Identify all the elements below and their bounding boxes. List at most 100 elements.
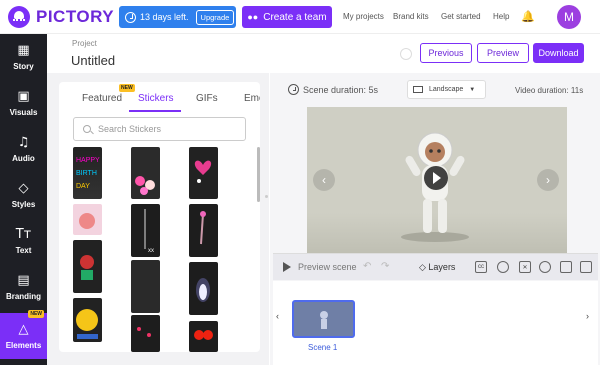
panel-scrollbar[interactable] (257, 147, 260, 202)
mic-icon[interactable] (497, 261, 509, 273)
top-bar: PICTORY 13 days left. Upgrade ●● Create … (0, 0, 600, 34)
active-tab-indicator (129, 110, 181, 112)
svg-text:xx: xx (148, 248, 154, 254)
video-canvas[interactable]: ‹ › (307, 107, 567, 253)
sticker-thumbnail[interactable] (189, 262, 218, 315)
happy-birthday-sticker-icon: HAPPY BIRTH DAY (76, 157, 100, 190)
bell-icon[interactable]: 🔔 (521, 10, 535, 23)
search-icon (83, 125, 91, 133)
status-circle-icon (400, 48, 412, 60)
project-label: Project (72, 39, 97, 48)
create-team-button[interactable]: ●● Create a team (242, 6, 332, 28)
octopus-logo-icon (8, 6, 30, 28)
aspect-ratio-value: Landscape (429, 86, 464, 93)
sidebar-item-styles[interactable]: ◇ Styles (0, 172, 47, 218)
sidebar-item-label: Story (13, 61, 34, 71)
previous-button[interactable]: Previous (420, 43, 472, 63)
shapes-icon: △ (18, 321, 29, 337)
project-title[interactable]: Untitled (71, 53, 115, 68)
sidebar-item-text[interactable]: Tт Text (0, 218, 47, 264)
search-input[interactable] (98, 124, 238, 134)
sticker-thumbnail[interactable] (131, 147, 160, 199)
layers-button[interactable]: ◇ Layers (419, 262, 455, 273)
play-icon[interactable] (283, 262, 291, 272)
download-button[interactable]: Download (533, 43, 584, 63)
sticker-thumbnail[interactable]: HAPPY BIRTH DAY (73, 147, 102, 199)
panel-resize-handle[interactable] (265, 195, 268, 198)
sidebar-item-label: Styles (11, 199, 36, 209)
flowers-sticker-icon (135, 176, 155, 195)
logo[interactable]: PICTORY (8, 6, 114, 28)
timeline-left-arrow[interactable]: ‹ (276, 311, 279, 321)
sticker-search-box[interactable] (73, 117, 246, 141)
sidebar-item-label: Audio (12, 153, 35, 163)
gear-icon[interactable] (539, 261, 551, 273)
scene-duration-text: Scene duration: 5s (303, 84, 379, 95)
christmas-sticker-icon (80, 255, 94, 280)
sidebar-item-label: Elements (5, 340, 42, 350)
scene-thumbnail[interactable] (292, 300, 355, 338)
nav-get-started[interactable]: Get started (441, 12, 481, 21)
preview-button[interactable]: Preview (477, 43, 529, 63)
avatar[interactable]: M (557, 5, 581, 29)
trial-text: 13 days left. (140, 12, 189, 22)
sticker-thumbnail[interactable] (131, 315, 160, 352)
screen-icon (413, 86, 423, 93)
previous-frame-button[interactable]: ‹ (313, 169, 335, 191)
nav-my-projects[interactable]: My projects (343, 12, 384, 21)
music-icon: ♫ (17, 134, 30, 150)
nav-help[interactable]: Help (493, 12, 509, 21)
play-button[interactable] (424, 166, 448, 190)
sidebar-item-label: Text (15, 245, 32, 255)
scene-toolbar: Preview scene ↶ ↷ ◇ Layers cc ✕ (273, 253, 598, 280)
chevron-down-icon: ▼ (469, 86, 476, 93)
hearts-sticker-icon (137, 327, 151, 337)
sticker-thumbnail[interactable] (73, 298, 102, 342)
svg-text:BIRTH: BIRTH (76, 170, 97, 177)
duplicate-icon[interactable] (560, 261, 572, 273)
sidebar-item-story[interactable]: ▦ Story (0, 34, 47, 80)
sticker-thumbnail[interactable] (189, 204, 218, 257)
scissors-icon[interactable]: ✕ (519, 261, 531, 273)
sticker-thumbnail[interactable] (73, 204, 102, 235)
undo-icon[interactable]: ↶ (363, 261, 371, 272)
tab-emoji[interactable]: Emo (244, 93, 260, 104)
svg-text:HAPPY: HAPPY (76, 157, 100, 164)
tab-stickers[interactable]: Stickers (138, 93, 174, 104)
sidebar-item-elements[interactable]: NEW △ Elements (0, 310, 47, 359)
redo-icon[interactable]: ↷ (381, 261, 389, 272)
tab-gifs[interactable]: GIFs (196, 93, 218, 104)
video-duration: Video duration: 11s (515, 86, 584, 95)
sidebar-item-audio[interactable]: ♫ Audio (0, 126, 47, 172)
grid-icon: ▦ (17, 42, 30, 58)
tab-new-badge: NEW (119, 84, 135, 92)
elements-panel: Featured NEW Stickers GIFs Emo HAPPY BIRT… (59, 82, 260, 352)
tab-featured[interactable]: Featured (82, 93, 122, 104)
people-icon: ●● (247, 12, 259, 22)
sidebar-item-visuals[interactable]: ▣ Visuals (0, 80, 47, 126)
aspect-ratio-dropdown[interactable]: Landscape ▼ (407, 80, 486, 99)
text-sparkle-sticker-icon: xx (144, 209, 154, 254)
left-sidebar: ▦ Story ▣ Visuals ♫ Audio ◇ Styles Tт Te… (0, 34, 47, 365)
layers-label: Layers (428, 262, 456, 272)
upgrade-button[interactable]: Upgrade (195, 9, 235, 25)
emoji-sticker-icon (76, 309, 98, 339)
sticker-thumbnail[interactable] (131, 260, 160, 313)
create-team-label: Create a team (263, 11, 327, 23)
sticker-thumbnail[interactable] (189, 321, 218, 352)
cc-icon[interactable]: cc (475, 261, 487, 273)
nav-brand-kits[interactable]: Brand kits (393, 12, 429, 21)
sticker-thumbnail[interactable]: xx (131, 204, 160, 257)
sticker-thumbnail[interactable] (73, 240, 102, 293)
timeline-right-arrow[interactable]: › (586, 311, 589, 321)
trash-icon[interactable] (580, 261, 592, 273)
clock-icon (288, 84, 299, 95)
image-icon: ▣ (17, 88, 30, 104)
next-frame-button[interactable]: › (537, 169, 559, 191)
sidebar-item-branding[interactable]: ▤ Branding (0, 264, 47, 310)
scene-preview-icon (320, 311, 328, 329)
styles-icon: ◇ (18, 180, 29, 196)
preview-scene-button[interactable]: Preview scene (298, 262, 357, 272)
sticker-thumbnail[interactable] (189, 147, 218, 199)
text-icon: Tт (15, 226, 32, 242)
